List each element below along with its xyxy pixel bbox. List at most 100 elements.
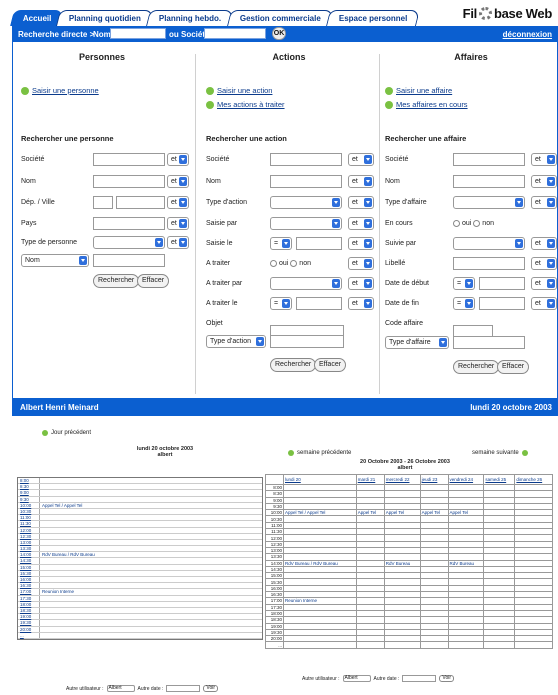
deal-date-op[interactable]: = xyxy=(453,277,475,290)
time-label[interactable]: 14:30 xyxy=(18,558,40,564)
deal-field-op[interactable]: et xyxy=(531,153,557,166)
deal-field-input[interactable] xyxy=(453,257,525,270)
action-field-input[interactable] xyxy=(270,175,342,188)
person-country-input[interactable] xyxy=(93,217,165,230)
slot-event[interactable]: RdV Bureau / RdV Bureau xyxy=(40,552,262,557)
time-label[interactable]: 9:00 xyxy=(18,490,40,496)
week-cell[interactable] xyxy=(483,641,516,649)
deal-field-op[interactable]: et xyxy=(531,237,557,250)
action-clear-button[interactable]: Effacer xyxy=(314,358,347,372)
time-label[interactable]: ... xyxy=(18,632,40,638)
slot-event[interactable]: Reunion Interne xyxy=(40,589,262,594)
deal-type-input[interactable] xyxy=(453,336,525,349)
next-week-link[interactable]: semaine suivante xyxy=(472,450,531,456)
deal-field-op[interactable]: et xyxy=(531,297,557,310)
deal-field-op[interactable]: et xyxy=(531,196,557,209)
my-deals-link[interactable]: Mes affaires en cours xyxy=(385,100,468,109)
deal-field-select[interactable] xyxy=(453,196,525,209)
person-company-op[interactable]: et xyxy=(167,153,189,166)
action-field-op[interactable]: et xyxy=(348,217,374,230)
week-cell[interactable] xyxy=(283,641,357,649)
time-slot-row[interactable]: ... xyxy=(18,632,262,639)
week-cell[interactable] xyxy=(355,641,385,649)
week-cell[interactable] xyxy=(447,641,485,649)
time-label[interactable]: 9:30 xyxy=(18,496,40,502)
person-sort-select[interactable]: Nom xyxy=(21,254,89,267)
tab-gestion-commerciale[interactable]: Gestion commerciale xyxy=(226,10,334,26)
deal-type-select[interactable]: Type d'affaire xyxy=(385,336,449,349)
person-type-select[interactable] xyxy=(93,236,165,249)
time-label[interactable]: 13:00 xyxy=(18,539,40,546)
deal-field-op[interactable]: et xyxy=(531,277,557,290)
action-date-input[interactable] xyxy=(296,297,342,310)
week-cell[interactable] xyxy=(383,641,421,649)
time-label[interactable]: 19:00 xyxy=(18,614,40,620)
time-label[interactable]: 12:00 xyxy=(18,527,40,533)
time-label[interactable]: 10:30 xyxy=(18,508,40,515)
add-deal-link[interactable]: Saisir une affaire xyxy=(385,86,452,95)
action-field-select[interactable] xyxy=(270,277,342,290)
logout-link[interactable]: déconnexion xyxy=(503,30,552,39)
person-name-input[interactable] xyxy=(93,175,165,188)
time-label[interactable]: 10:00 xyxy=(18,502,40,508)
person-country-op[interactable]: et xyxy=(167,217,189,230)
person-dep-input[interactable] xyxy=(93,196,113,209)
day-header-1[interactable]: mardi 21 xyxy=(355,474,385,485)
tab-espace-personnel[interactable]: Espace personnel xyxy=(325,10,421,26)
person-city-input[interactable] xyxy=(116,196,165,209)
add-person-link[interactable]: Saisir une personne xyxy=(21,86,99,95)
action-field-op[interactable]: et xyxy=(348,257,374,270)
yes-no-radio[interactable]: oui non xyxy=(270,260,311,267)
tab-planning-quotidien[interactable]: Planning quotidien xyxy=(56,10,155,26)
time-label[interactable]: 16:30 xyxy=(18,583,40,589)
day-header-6[interactable]: dimanche 26 xyxy=(514,474,553,485)
date-input[interactable] xyxy=(402,675,437,682)
time-label[interactable]: 12:30 xyxy=(18,533,40,539)
person-type-op[interactable]: et xyxy=(167,236,189,249)
time-label[interactable]: 16:00 xyxy=(18,577,40,583)
time-label[interactable]: 13:30 xyxy=(18,546,40,552)
deal-date-input[interactable] xyxy=(479,297,525,310)
add-action-link[interactable]: Saisir une action xyxy=(206,86,272,95)
action-field-input[interactable] xyxy=(270,153,342,166)
deal-field-select[interactable] xyxy=(453,237,525,250)
previous-week-link[interactable]: semaine précédente xyxy=(288,450,351,456)
person-name-op[interactable]: et xyxy=(167,175,189,188)
time-label[interactable]: 8:00 xyxy=(18,478,40,484)
time-label[interactable]: 15:00 xyxy=(18,564,40,570)
day-header-0[interactable]: lundi 20 xyxy=(283,474,357,485)
time-label[interactable]: 15:30 xyxy=(18,570,40,576)
time-label[interactable]: 11:30 xyxy=(18,521,40,527)
day-header-3[interactable]: jeudi 23 xyxy=(419,474,449,485)
time-label[interactable]: 17:00 xyxy=(18,589,40,595)
time-label[interactable]: 11:00 xyxy=(18,515,40,521)
deal-date-input[interactable] xyxy=(479,277,525,290)
search-name-input[interactable] xyxy=(110,28,166,39)
my-actions-link[interactable]: Mes actions à traiter xyxy=(206,100,285,109)
day-header-2[interactable]: mercredi 22 xyxy=(383,474,421,485)
deal-field-op[interactable]: et xyxy=(531,257,557,270)
time-label[interactable]: 19:30 xyxy=(18,620,40,626)
action-field-op[interactable]: et xyxy=(348,237,374,250)
person-search-button[interactable]: Rechercher xyxy=(93,274,140,288)
voir-button[interactable]: Voir xyxy=(203,685,219,692)
voir-button[interactable]: Voir xyxy=(439,675,455,682)
time-label[interactable]: 17:30 xyxy=(18,595,40,601)
action-date-input[interactable] xyxy=(296,237,342,250)
person-company-input[interactable] xyxy=(93,153,165,166)
action-type-select[interactable]: Type d'action xyxy=(206,335,266,348)
deal-clear-button[interactable]: Effacer xyxy=(497,360,530,374)
day-header-5[interactable]: samedi 25 xyxy=(483,474,516,485)
previous-day-link[interactable]: Jour précédent xyxy=(42,430,91,436)
user-select[interactable]: Albert xyxy=(342,675,371,682)
day-header-4[interactable]: vendredi 24 xyxy=(447,474,485,485)
ok-button[interactable]: OK xyxy=(272,27,286,40)
deal-search-button[interactable]: Rechercher xyxy=(453,360,500,374)
action-field-select[interactable] xyxy=(270,217,342,230)
action-search-button[interactable]: Rechercher xyxy=(270,358,317,372)
deal-field-input[interactable] xyxy=(453,175,525,188)
slot-event[interactable]: Appel Tel / Appel Tel xyxy=(40,503,262,508)
action-field-op[interactable]: et xyxy=(348,297,374,310)
week-cell[interactable] xyxy=(419,641,449,649)
date-input[interactable] xyxy=(166,685,201,692)
